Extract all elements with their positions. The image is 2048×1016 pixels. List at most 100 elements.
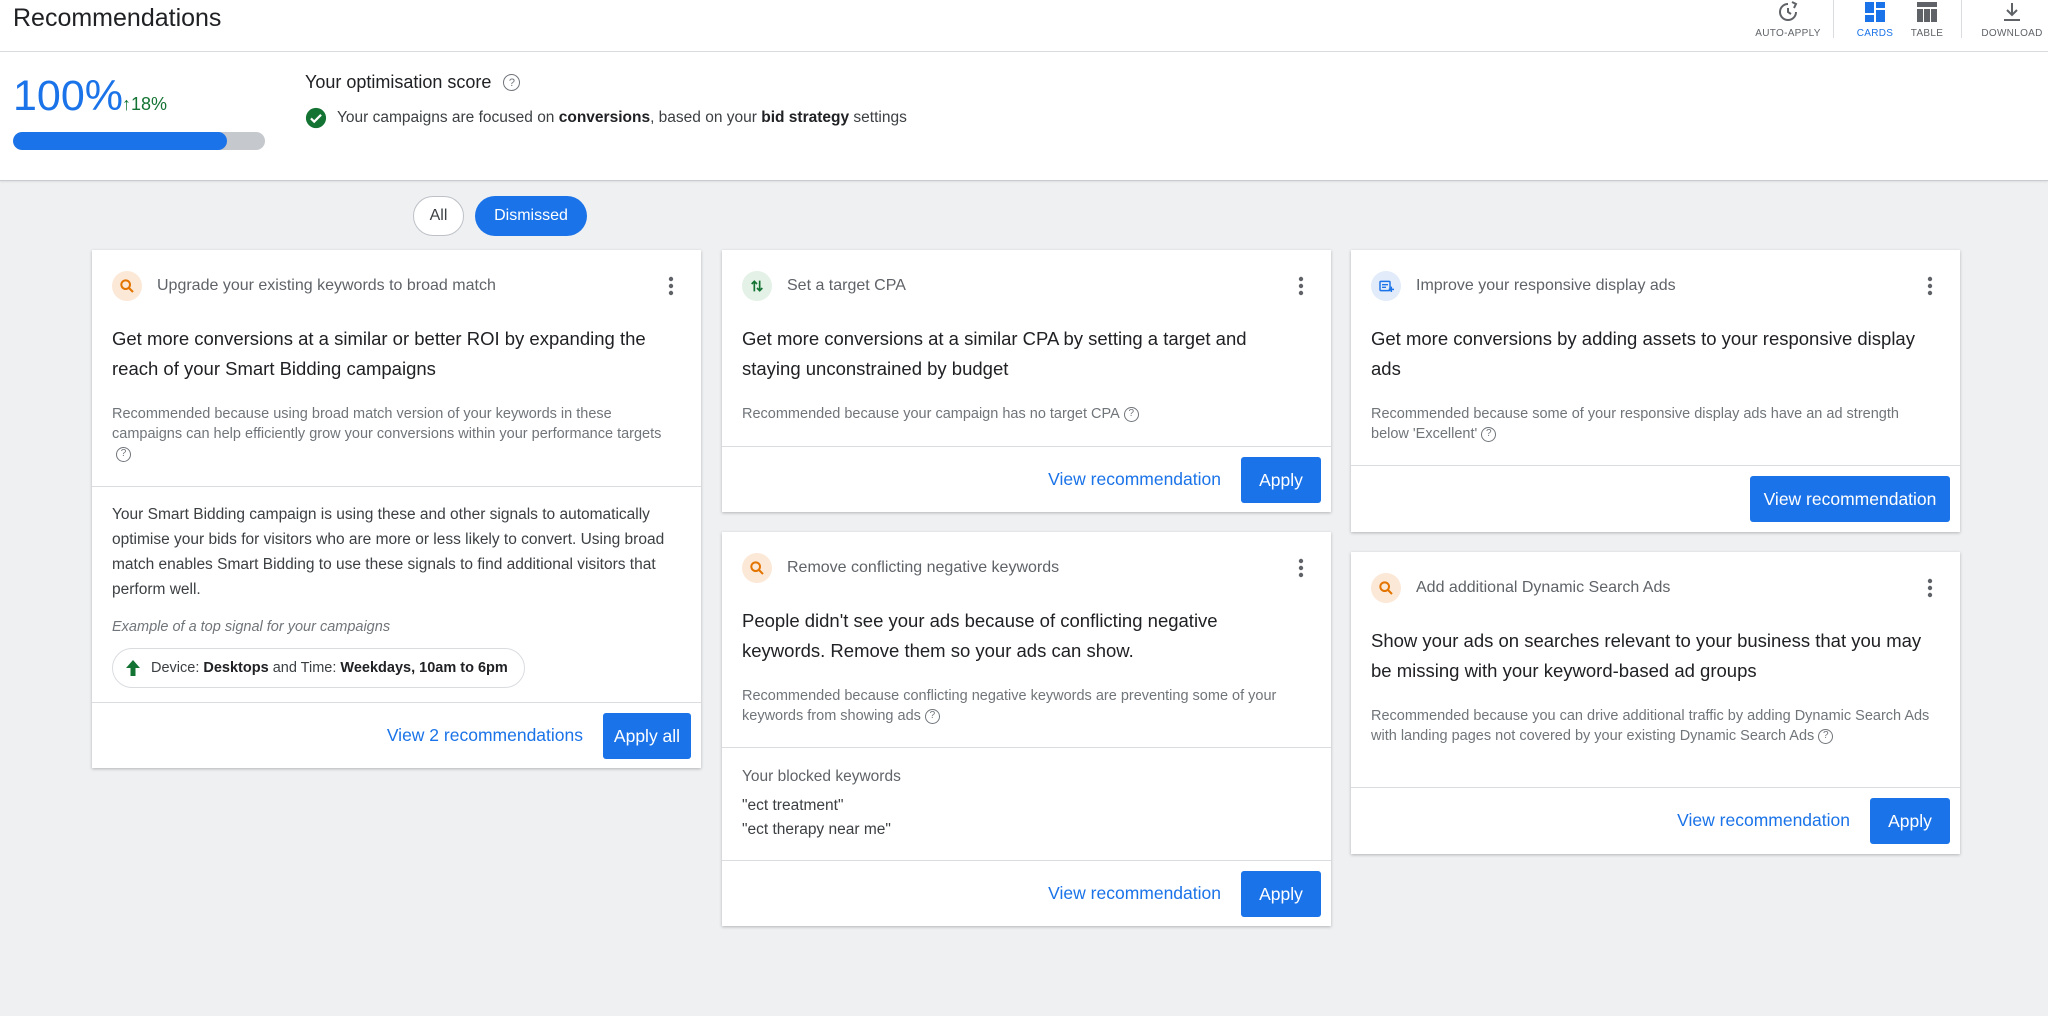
more-options-icon[interactable] <box>1291 553 1311 583</box>
page-title: Recommendations <box>13 4 222 32</box>
score-delta-value: 18% <box>131 94 168 114</box>
card-reason: Recommended because some of your respons… <box>1371 404 1931 444</box>
card-header: Add additional Dynamic Search Ads <box>1371 572 1940 604</box>
download-button[interactable]: DOWNLOAD <box>1980 0 2044 48</box>
more-options-icon[interactable] <box>661 271 681 301</box>
table-view-icon <box>1917 2 1937 22</box>
help-icon[interactable]: ? <box>116 446 131 462</box>
search-icon <box>742 553 772 583</box>
recommendation-card-dynamic-search-ads: Add additional Dynamic Search Ads Show y… <box>1351 552 1960 854</box>
view-recommendation-button[interactable]: View recommendation <box>1677 810 1850 831</box>
help-icon[interactable]: ? <box>503 74 521 91</box>
card-body-text: Your Smart Bidding campaign is using the… <box>112 506 665 598</box>
card-title: Get more conversions by adding assets to… <box>1371 328 1915 379</box>
optimisation-score-title: Your optimisation score ? <box>305 72 521 93</box>
search-icon <box>112 271 142 301</box>
status-text-part: settings <box>853 109 907 126</box>
blocked-keyword: "ect therapy near me" <box>742 821 891 838</box>
card-header: Upgrade your existing keywords to broad … <box>112 270 681 302</box>
card-reason-text: Recommended because you can drive additi… <box>1371 708 1930 744</box>
card-reason-text: Recommended because some of your respons… <box>1371 406 1899 442</box>
recommendation-card-target-cpa: Set a target CPA Get more conversions at… <box>722 250 1331 512</box>
card-title: Get more conversions at a similar or bet… <box>112 328 646 379</box>
score-progress-bar <box>13 132 265 150</box>
signal-time: Weekdays, 10am to 6pm <box>340 660 508 676</box>
more-options-icon[interactable] <box>1920 573 1940 603</box>
card-category: Improve your responsive display ads <box>1416 277 1676 294</box>
recommendation-card-negative-keywords: Remove conflicting negative keywords Peo… <box>722 532 1331 926</box>
card-category: Upgrade your existing keywords to broad … <box>157 277 496 294</box>
card-reason: Recommended because you can drive additi… <box>1371 706 1931 746</box>
divider <box>92 486 701 487</box>
help-icon[interactable]: ? <box>924 708 940 724</box>
status-text-bid-strategy: bid strategy <box>761 109 850 126</box>
display-ad-icon <box>1371 271 1401 301</box>
status-text-part: , based on your <box>650 109 757 126</box>
signal-device-label: Device: <box>151 660 200 676</box>
card-category: Add additional Dynamic Search Ads <box>1416 579 1671 596</box>
view-recommendations-button[interactable]: View 2 recommendations <box>387 725 583 746</box>
apply-button[interactable]: Apply <box>1241 871 1321 917</box>
more-options-icon[interactable] <box>1291 271 1311 301</box>
view-recommendation-button[interactable]: View recommendation <box>1048 883 1221 904</box>
card-header: Remove conflicting negative keywords <box>742 552 1311 584</box>
signal-time-label: and Time: <box>272 660 337 676</box>
score-progress-fill <box>13 132 228 150</box>
recommendation-card-broad-match: Upgrade your existing keywords to broad … <box>92 250 701 768</box>
table-view-label: TABLE <box>1910 28 1944 39</box>
view-recommendation-button[interactable]: View recommendation <box>1750 476 1950 522</box>
card-reason: Recommended because using broad match ve… <box>112 404 672 464</box>
blocked-keywords-label: Your blocked keywords <box>742 768 901 785</box>
apply-all-button[interactable]: Apply all <box>603 713 691 759</box>
card-title: People didn't see your ads because of co… <box>742 610 1218 661</box>
download-label: DOWNLOAD <box>1981 28 2043 39</box>
arrow-up-icon <box>126 660 140 676</box>
example-label: Example of a top signal for your campaig… <box>112 619 391 635</box>
card-category: Remove conflicting negative keywords <box>787 559 1060 576</box>
optimisation-score-label: Your optimisation score <box>305 72 492 92</box>
blocked-keyword: "ect treatment" <box>742 797 844 814</box>
card-header: Set a target CPA <box>742 270 1311 302</box>
view-recommendation-button[interactable]: View recommendation <box>1048 469 1221 490</box>
card-reason: Recommended because conflicting negative… <box>742 686 1302 726</box>
auto-apply-icon <box>1779 1 1798 21</box>
table-view-button[interactable]: TABLE <box>1904 0 1950 48</box>
signal-chip: Device: Desktops and Time: Weekdays, 10a… <box>112 648 525 688</box>
auto-apply-button[interactable]: AUTO-APPLY <box>1752 0 1824 48</box>
signal-device: Desktops <box>203 660 269 676</box>
card-title: Get more conversions at a similar CPA by… <box>742 328 1247 379</box>
card-title: Show your ads on searches relevant to yo… <box>1371 630 1922 681</box>
card-reason: Recommended because your campaign has no… <box>742 404 1302 424</box>
top-bar: Recommendations AUTO-APPLY CARDS TABLE D… <box>0 0 2048 52</box>
card-reason-text: Recommended because using broad match ve… <box>112 406 662 442</box>
card-reason-text: Recommended because your campaign has no… <box>742 406 1120 422</box>
recommendation-card-responsive-display-ads: Improve your responsive display ads Get … <box>1351 250 1960 532</box>
cards-view-button[interactable]: CARDS <box>1852 0 1898 48</box>
search-icon <box>1371 573 1401 603</box>
apply-button[interactable]: Apply <box>1870 798 1950 844</box>
divider <box>1351 787 1960 788</box>
more-options-icon[interactable] <box>1920 271 1940 301</box>
divider <box>92 702 701 703</box>
score-delta: ↑18% <box>122 94 167 115</box>
cards-view-label: CARDS <box>1856 28 1894 39</box>
help-icon[interactable]: ? <box>1481 426 1497 442</box>
toolbar-divider <box>1833 0 1834 38</box>
card-reason-text: Recommended because conflicting negative… <box>742 688 1277 724</box>
score-status-line: Your campaigns are focused on conversion… <box>305 107 907 129</box>
help-icon[interactable]: ? <box>1818 728 1834 744</box>
help-icon[interactable]: ? <box>1123 406 1139 422</box>
score-value: 100% <box>13 72 123 120</box>
card-category: Set a target CPA <box>787 277 906 294</box>
swap-arrows-icon <box>742 271 772 301</box>
filter-chip-all[interactable]: All <box>413 196 464 236</box>
divider <box>722 747 1331 748</box>
divider <box>722 446 1331 447</box>
filter-chip-dismissed[interactable]: Dismissed <box>475 196 587 236</box>
download-icon <box>2004 3 2020 21</box>
status-text-part: Your campaigns are focused on <box>337 109 555 126</box>
auto-apply-label: AUTO-APPLY <box>1755 28 1821 39</box>
toolbar-divider <box>1961 0 1962 38</box>
divider <box>1351 465 1960 466</box>
apply-button[interactable]: Apply <box>1241 457 1321 503</box>
